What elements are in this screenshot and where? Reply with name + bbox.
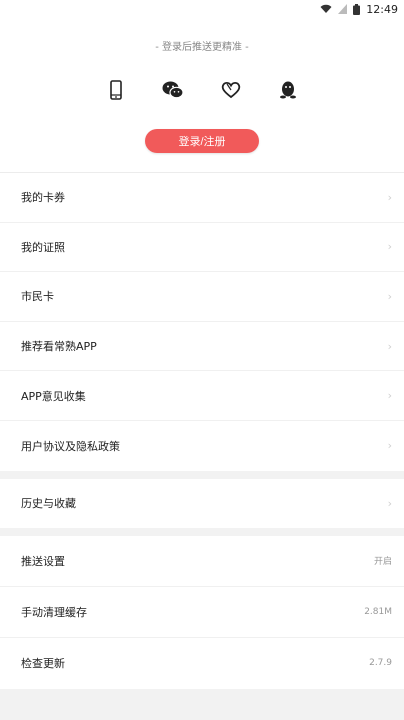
chevron-right-icon: ›	[387, 496, 392, 510]
section-divider	[0, 527, 404, 536]
login-register-button[interactable]: 登录/注册	[145, 129, 259, 153]
menu-item-coupons[interactable]: 我的卡券 ›	[0, 173, 404, 223]
status-bar: 12:49	[0, 0, 404, 18]
cache-size-value: 2.81M	[364, 606, 392, 617]
battery-icon	[353, 3, 361, 15]
menu-item-feedback[interactable]: APP意见收集 ›	[0, 371, 404, 421]
qq-icon[interactable]	[272, 78, 304, 102]
menu-group-main: 我的卡券 › 我的证照 › 市民卡 › 推荐看常熟APP › APP意见收集 ›…	[0, 173, 404, 471]
chevron-right-icon: ›	[387, 339, 392, 353]
wifi-icon	[320, 4, 332, 14]
menu-item-label: 推送设置	[21, 554, 65, 568]
menu-item-clear-cache[interactable]: 手动清理缓存 2.81M	[0, 587, 404, 638]
login-header: - 登录后推送更精准 - 登录/注册	[0, 18, 404, 173]
heart-icon[interactable]	[215, 78, 247, 102]
clock-time: 12:49	[366, 2, 398, 16]
menu-item-label: 我的卡券	[21, 191, 65, 205]
menu-item-label: 市民卡	[21, 290, 54, 304]
social-login-bar	[100, 78, 304, 102]
menu-item-push-settings[interactable]: 推送设置 开启	[0, 536, 404, 587]
chevron-right-icon: ›	[387, 240, 392, 254]
profile-screen: 12:49 - 登录后推送更精准 - 登录/注册 我的卡券 › 我的证照 › 市…	[0, 0, 404, 720]
signal-icon	[338, 4, 348, 14]
section-divider	[0, 470, 404, 479]
menu-item-label: APP意见收集	[21, 389, 86, 403]
menu-item-label: 用户协议及隐私政策	[21, 439, 120, 453]
push-status-value: 开启	[373, 557, 392, 568]
chevron-right-icon: ›	[387, 439, 392, 453]
bottom-spacer	[0, 688, 404, 720]
phone-icon[interactable]	[100, 78, 132, 102]
menu-item-licenses[interactable]: 我的证照 ›	[0, 223, 404, 273]
chevron-right-icon: ›	[387, 289, 392, 303]
menu-item-label: 历史与收藏	[21, 497, 76, 511]
menu-item-label: 手动清理缓存	[21, 605, 87, 619]
chevron-right-icon: ›	[387, 190, 392, 204]
menu-item-privacy-policy[interactable]: 用户协议及隐私政策 ›	[0, 421, 404, 471]
menu-item-check-update[interactable]: 检查更新 2.7.9	[0, 638, 404, 689]
login-hint: - 登录后推送更精准 -	[155, 42, 249, 53]
menu-group-history: 历史与收藏 ›	[0, 478, 404, 528]
menu-item-history-favorites[interactable]: 历史与收藏 ›	[0, 479, 404, 528]
chevron-right-icon: ›	[387, 389, 392, 403]
version-value: 2.7.9	[369, 658, 392, 669]
menu-item-citizen-card[interactable]: 市民卡 ›	[0, 272, 404, 322]
menu-group-settings: 推送设置 开启 手动清理缓存 2.81M 检查更新 2.7.9	[0, 535, 404, 689]
menu-item-label: 推荐看常熟APP	[21, 340, 97, 354]
wechat-icon[interactable]	[157, 78, 189, 102]
menu-item-label: 我的证照	[21, 240, 65, 254]
menu-item-recommend-app[interactable]: 推荐看常熟APP ›	[0, 322, 404, 372]
menu-item-label: 检查更新	[21, 657, 65, 671]
